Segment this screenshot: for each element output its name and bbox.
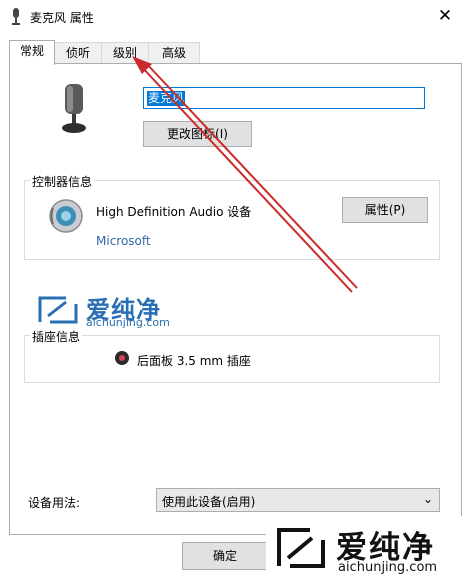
controller-vendor: Microsoft xyxy=(96,234,151,248)
jack-info-label: 插座信息 xyxy=(30,328,83,345)
speaker-icon xyxy=(49,199,83,233)
device-usage-value: 使用此设备(启用) xyxy=(162,495,256,509)
device-usage-select[interactable]: 使用此设备(启用) ⌄ xyxy=(156,488,440,512)
tab-bar: 常规 侦听 级别 高级 xyxy=(9,40,461,65)
watermark-logo-icon xyxy=(38,296,78,324)
jack-info-text: 后面板 3.5 mm 插座 xyxy=(137,354,251,368)
controller-device-name: High Definition Audio 设备 xyxy=(96,205,252,219)
tab-general[interactable]: 常规 xyxy=(9,40,55,65)
window-title: 麦克风 属性 xyxy=(30,11,94,25)
tab-listen[interactable]: 侦听 xyxy=(54,42,102,64)
device-name-selected-text: 麦克风 xyxy=(147,91,186,106)
properties-button[interactable]: 属性(P) xyxy=(342,197,428,223)
watermark-logo-large-icon xyxy=(277,528,325,568)
device-name-field[interactable] xyxy=(143,87,425,109)
change-icon-button[interactable]: 更改图标(I) xyxy=(143,121,252,147)
ok-button[interactable]: 确定 xyxy=(182,542,268,570)
tab-levels[interactable]: 级别 xyxy=(101,42,149,64)
watermark-overlay: 爱纯净 aichunjing.com xyxy=(266,516,465,581)
audio-jack-icon xyxy=(115,351,129,365)
controller-info-label: 控制器信息 xyxy=(30,173,95,190)
watermark-url: aichunjing.com xyxy=(86,316,170,329)
tab-advanced[interactable]: 高级 xyxy=(148,42,200,64)
close-button[interactable]: ✕ xyxy=(430,4,460,28)
chevron-down-icon: ⌄ xyxy=(422,492,433,506)
device-usage-label: 设备用法: xyxy=(28,496,81,510)
microphone-device-icon xyxy=(62,84,86,133)
microphone-icon xyxy=(12,8,20,25)
title-bar: 麦克风 属性 ✕ xyxy=(0,0,465,34)
watermark-large-url: aichunjing.com xyxy=(338,560,438,575)
